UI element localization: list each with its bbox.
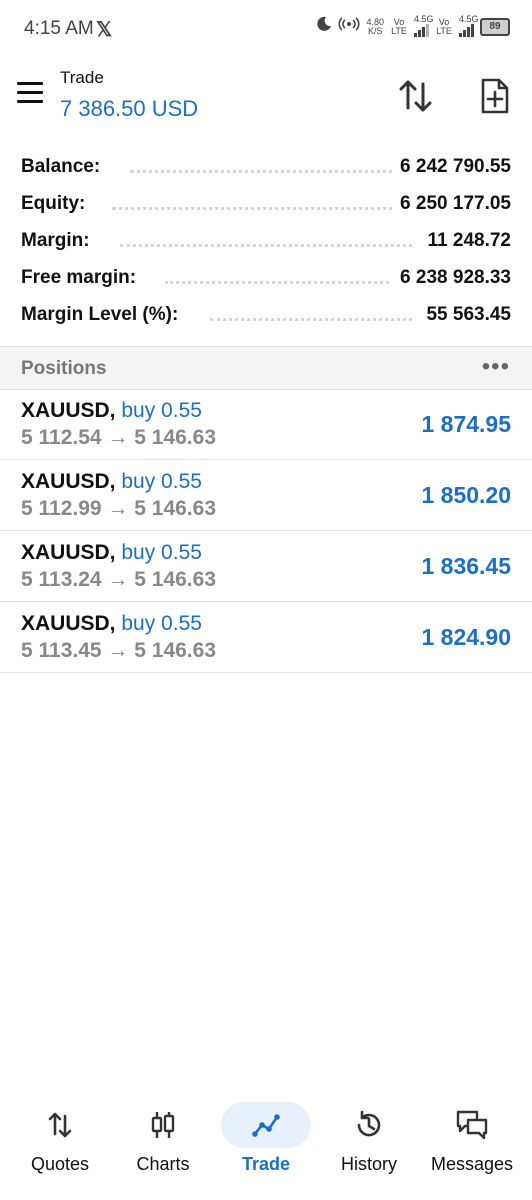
position-side: buy 0.55 [121, 399, 202, 422]
charts-icon [151, 1112, 175, 1138]
app-header: Trade 7 386.50 USD [0, 58, 532, 138]
summary-label: Equity: [21, 193, 94, 215]
summary-row-equity: Equity: 6 250 177.05 [0, 187, 532, 224]
hotspot-icon [338, 16, 360, 37]
position-prices: 5 113.45 → 5 146.63 [21, 639, 216, 662]
page-title: Trade [60, 68, 104, 87]
position-profit: 1 850.20 [421, 482, 511, 508]
summary-value: 6 250 177.05 [392, 193, 511, 215]
nav-trade[interactable]: Trade [213, 1094, 319, 1194]
sim2-volte-label: Vo LTE [436, 16, 452, 36]
sort-icon[interactable] [396, 76, 436, 116]
position-symbol: XAUUSD, [21, 541, 116, 564]
nav-messages[interactable]: Messages [419, 1094, 525, 1194]
quotes-icon [48, 1112, 72, 1138]
x-app-icon: 𝕏 [96, 19, 113, 41]
position-prices: 5 112.54 → 5 146.63 [21, 426, 216, 449]
summary-value: 55 563.45 [418, 304, 511, 326]
more-options-icon[interactable]: ••• [482, 353, 510, 381]
position-side: buy 0.55 [121, 541, 202, 564]
summary-row-margin: Margin: 11 248.72 [0, 224, 532, 261]
position-profit: 1 836.45 [421, 553, 511, 579]
positions-list: XAUUSD, buy 0.55 5 112.54 → 5 146.63 1 8… [0, 389, 532, 673]
moon-icon [316, 16, 332, 37]
nav-label: Trade [241, 1154, 291, 1174]
position-row[interactable]: XAUUSD, buy 0.55 5 112.54 → 5 146.63 1 8… [0, 389, 532, 460]
summary-value: 6 242 790.55 [392, 156, 511, 178]
status-time: 4:15 AM [24, 18, 94, 39]
position-symbol: XAUUSD, [21, 399, 116, 422]
summary-label: Margin Level (%): [21, 304, 187, 326]
sim1-volte-label: Vo LTE [391, 16, 407, 36]
sim2-signal-icon [459, 23, 474, 37]
bottom-nav: Quotes Charts Trade History Messages [0, 1094, 532, 1200]
position-row[interactable]: XAUUSD, buy 0.55 5 112.99 → 5 146.63 1 8… [0, 460, 532, 531]
position-prices: 5 113.24 → 5 146.63 [21, 568, 216, 591]
nav-quotes[interactable]: Quotes [7, 1094, 113, 1194]
account-summary: Balance: 6 242 790.55 Equity: 6 250 177.… [0, 150, 532, 335]
position-prices: 5 112.99 → 5 146.63 [21, 497, 216, 520]
sim1-network: 4.5G [414, 13, 434, 24]
sim1-signal-icon [414, 23, 429, 37]
status-bar: 4:15 AM 𝕏 4.80 K/S Vo LTE 4.5G Vo LTE 4.… [0, 0, 532, 58]
nav-history[interactable]: History [316, 1094, 422, 1194]
new-order-icon[interactable] [474, 76, 514, 116]
nav-label: Quotes [30, 1154, 90, 1174]
summary-value: 11 248.72 [419, 230, 511, 252]
summary-label: Balance: [21, 156, 109, 178]
position-side: buy 0.55 [121, 470, 202, 493]
sim2-network: 4.5G [459, 13, 479, 24]
position-symbol: XAUUSD, [21, 612, 116, 635]
position-side: buy 0.55 [121, 612, 202, 635]
summary-label: Free margin: [21, 267, 145, 289]
position-row[interactable]: XAUUSD, buy 0.55 5 113.45 → 5 146.63 1 8… [0, 602, 532, 673]
messages-icon [456, 1110, 488, 1140]
positions-title: Positions [21, 358, 107, 379]
position-profit: 1 874.95 [421, 411, 511, 437]
profit-total: 7 386.50 USD [60, 96, 199, 121]
position-symbol: XAUUSD, [21, 470, 116, 493]
position-profit: 1 824.90 [421, 624, 511, 650]
menu-icon[interactable] [17, 82, 43, 104]
battery-icon: 89 [480, 17, 510, 36]
nav-label: History [340, 1154, 397, 1174]
positions-header: Positions ••• [0, 346, 532, 390]
trade-icon [252, 1114, 280, 1137]
status-icons: 4.80 K/S Vo LTE 4.5G Vo LTE 4.5G 89 [316, 13, 510, 37]
summary-row-margin-level: Margin Level (%): 55 563.45 [0, 298, 532, 335]
net-speed: 4.80 K/S [366, 16, 384, 36]
position-row[interactable]: XAUUSD, buy 0.55 5 113.24 → 5 146.63 1 8… [0, 531, 532, 602]
summary-row-balance: Balance: 6 242 790.55 [0, 150, 532, 187]
nav-charts[interactable]: Charts [110, 1094, 216, 1194]
summary-row-free-margin: Free margin: 6 238 928.33 [0, 261, 532, 298]
summary-label: Margin: [21, 230, 98, 252]
nav-label: Messages [430, 1154, 514, 1174]
history-icon [357, 1110, 381, 1137]
summary-value: 6 238 928.33 [392, 267, 511, 289]
nav-label: Charts [136, 1154, 190, 1174]
